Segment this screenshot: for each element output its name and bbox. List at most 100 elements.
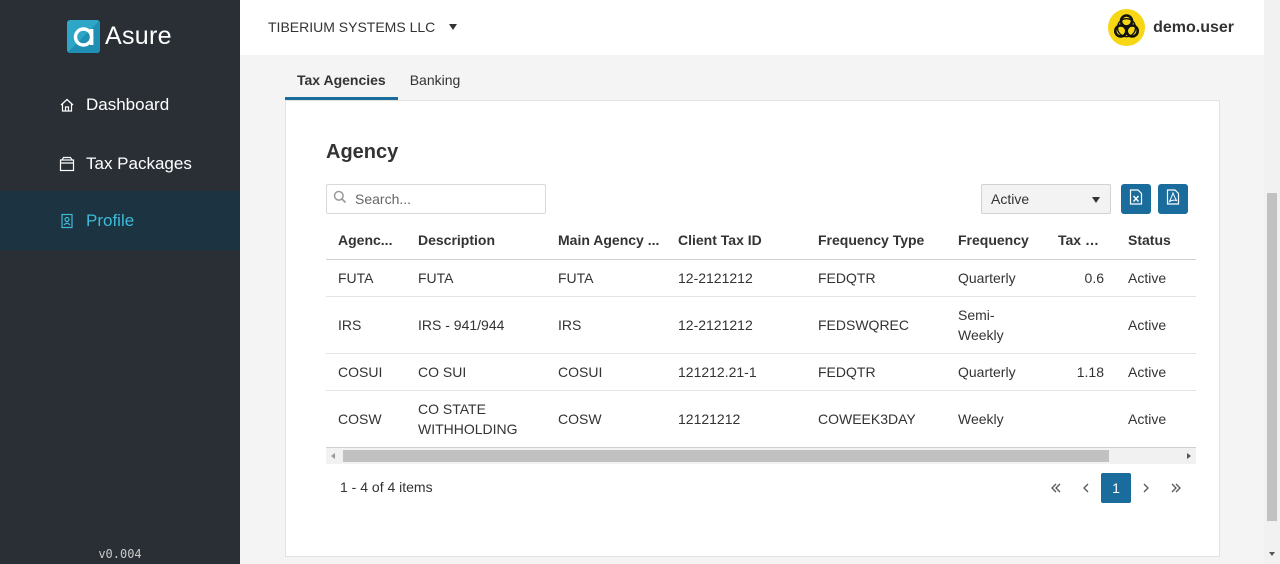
cell-client-tax-id: 12-2121212	[666, 296, 806, 354]
company-selector[interactable]: TIBERIUM SYSTEMS LLC	[268, 19, 458, 35]
cell-description: IRS - 941/944	[406, 296, 546, 354]
agency-table: Agenc... Description Main Agency ... Cli…	[326, 221, 1196, 448]
chevron-left-icon	[1083, 483, 1089, 493]
pager-info: 1 - 4 of 4 items	[340, 479, 433, 495]
cell-tax-rate: 1.18	[1046, 353, 1116, 391]
version-label: v0.004	[98, 547, 142, 561]
cell-status: Active	[1116, 353, 1196, 391]
column-header-description[interactable]: Description	[406, 221, 546, 260]
cell-status: Active	[1116, 296, 1196, 354]
scroll-right-icon[interactable]	[1187, 453, 1191, 459]
profile-icon	[59, 213, 75, 229]
tab-banking[interactable]: Banking	[398, 62, 473, 100]
last-page-button[interactable]	[1161, 473, 1191, 503]
export-excel-button[interactable]	[1121, 184, 1151, 214]
page-vertical-scrollbar[interactable]	[1264, 0, 1280, 564]
pdf-icon	[1166, 188, 1180, 210]
cell-frequency: Semi-Weekly	[946, 296, 1046, 354]
table-row[interactable]: IRS IRS - 941/944 IRS 12-2121212 FEDSWQR…	[326, 296, 1196, 354]
cell-frequency-type: FEDQTR	[806, 353, 946, 391]
cell-tax-rate	[1046, 390, 1116, 448]
home-icon	[59, 97, 75, 113]
column-header-agency[interactable]: Agenc...	[326, 221, 406, 260]
scroll-left-icon[interactable]	[331, 453, 335, 459]
cell-main-agency: COSUI	[546, 353, 666, 391]
column-header-frequency[interactable]: Frequency	[946, 221, 1046, 260]
biohazard-icon	[1108, 9, 1146, 46]
column-header-status[interactable]: Status	[1116, 221, 1196, 260]
column-header-client-tax-id[interactable]: Client Tax ID	[666, 221, 806, 260]
user-menu[interactable]: demo.user	[1108, 9, 1234, 46]
agency-card: Agency Active Agenc... Descript	[285, 100, 1220, 557]
cell-frequency: Quarterly	[946, 259, 1046, 297]
cell-agency: COSUI	[326, 353, 406, 391]
next-page-button[interactable]	[1131, 473, 1161, 503]
sidebar-item-tax-packages[interactable]: Tax Packages	[0, 134, 240, 193]
first-page-button[interactable]	[1041, 473, 1071, 503]
cell-agency: IRS	[326, 296, 406, 354]
sidebar-item-dashboard[interactable]: Dashboard	[0, 75, 240, 134]
export-pdf-button[interactable]	[1158, 184, 1188, 214]
username: demo.user	[1153, 18, 1234, 36]
cell-status: Active	[1116, 390, 1196, 448]
search-box[interactable]	[326, 184, 546, 214]
scrollbar-thumb[interactable]	[343, 450, 1109, 462]
cell-frequency: Quarterly	[946, 353, 1046, 391]
chevron-down-icon	[449, 24, 458, 30]
cell-tax-rate	[1046, 296, 1116, 354]
column-header-frequency-type[interactable]: Frequency Type	[806, 221, 946, 260]
excel-icon	[1129, 188, 1143, 210]
previous-page-button[interactable]	[1071, 473, 1101, 503]
sidebar-item-label: Tax Packages	[86, 153, 192, 173]
double-chevron-right-icon	[1171, 483, 1181, 493]
cell-frequency-type: FEDQTR	[806, 259, 946, 297]
asure-logo-icon	[67, 20, 100, 53]
cell-main-agency: IRS	[546, 296, 666, 354]
agency-grid: Agenc... Description Main Agency ... Cli…	[326, 221, 1196, 448]
sidebar-item-profile[interactable]: Profile	[0, 191, 240, 250]
logo[interactable]: Asure	[67, 20, 172, 53]
cell-agency: FUTA	[326, 259, 406, 297]
status-filter-value: Active	[991, 191, 1030, 207]
top-bar: TIBERIUM SYSTEMS LLC demo.user	[240, 0, 1264, 55]
double-chevron-left-icon	[1051, 483, 1061, 493]
search-input[interactable]	[355, 191, 535, 207]
cell-description: CO STATE WITHHOLDING	[406, 390, 546, 448]
scrollbar-thumb[interactable]	[1267, 193, 1277, 521]
table-row[interactable]: COSW CO STATE WITHHOLDING COSW 12121212 …	[326, 390, 1196, 448]
status-filter-select[interactable]: Active	[981, 184, 1111, 214]
table-row[interactable]: FUTA FUTA FUTA 12-2121212 FEDQTR Quarter…	[326, 259, 1196, 297]
cell-frequency-type: COWEEK3DAY	[806, 390, 946, 448]
cell-agency: COSW	[326, 390, 406, 448]
sidebar-item-label: Dashboard	[86, 94, 170, 114]
cell-description: CO SUI	[406, 353, 546, 391]
company-name: TIBERIUM SYSTEMS LLC	[268, 19, 436, 35]
cell-client-tax-id: 121212.21-1	[666, 353, 806, 391]
brand-name: Asure	[105, 22, 172, 50]
cell-description: FUTA	[406, 259, 546, 297]
cell-client-tax-id: 12-2121212	[666, 259, 806, 297]
cell-main-agency: FUTA	[546, 259, 666, 297]
cell-status: Active	[1116, 259, 1196, 297]
package-icon	[59, 156, 75, 172]
tab-bar: Tax Agencies Banking	[285, 62, 472, 100]
page-number-button[interactable]: 1	[1101, 473, 1131, 503]
column-header-tax-rate[interactable]: Tax Rate	[1046, 221, 1116, 260]
grid-horizontal-scrollbar[interactable]	[326, 447, 1196, 464]
search-icon	[333, 190, 347, 209]
sidebar: Asure Dashboard Tax Packages Profile v0.…	[0, 0, 240, 564]
chevron-down-icon	[1092, 197, 1100, 203]
tab-tax-agencies[interactable]: Tax Agencies	[285, 62, 398, 100]
table-header-row: Agenc... Description Main Agency ... Cli…	[326, 221, 1196, 260]
scroll-down-icon[interactable]	[1269, 552, 1275, 556]
sidebar-item-label: Profile	[86, 210, 135, 230]
column-header-main-agency[interactable]: Main Agency ...	[546, 221, 666, 260]
cell-frequency-type: FEDSWQREC	[806, 296, 946, 354]
chevron-right-icon	[1143, 483, 1149, 493]
cell-client-tax-id: 12121212	[666, 390, 806, 448]
table-row[interactable]: COSUI CO SUI COSUI 121212.21-1 FEDQTR Qu…	[326, 353, 1196, 391]
cell-main-agency: COSW	[546, 390, 666, 448]
cell-tax-rate: 0.6	[1046, 259, 1116, 297]
pager: 1	[1041, 473, 1191, 503]
card-title: Agency	[326, 141, 399, 163]
